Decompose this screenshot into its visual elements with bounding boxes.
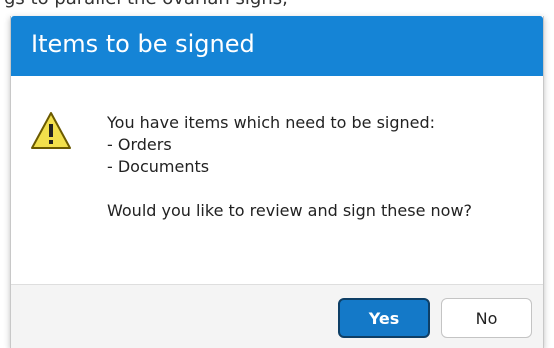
message-item-documents: - Documents	[107, 157, 210, 176]
yes-button[interactable]: Yes	[338, 298, 430, 338]
dialog-titlebar: Items to be signed	[11, 16, 543, 76]
dialog-title: Items to be signed	[31, 30, 255, 58]
items-to-sign-dialog: Items to be signed You have items which …	[10, 16, 544, 348]
dialog-footer: Yes No	[11, 284, 543, 348]
message-question: Would you like to review and sign these …	[107, 201, 473, 220]
background-partial-text: gs to parallel the ovarian signs,	[0, 0, 554, 12]
warning-icon	[31, 112, 71, 149]
no-button[interactable]: No	[441, 298, 532, 338]
message-item-orders: - Orders	[107, 135, 172, 154]
message-line: You have items which need to be signed:	[107, 113, 436, 132]
dialog-message: You have items which need to be signed: …	[107, 112, 527, 222]
